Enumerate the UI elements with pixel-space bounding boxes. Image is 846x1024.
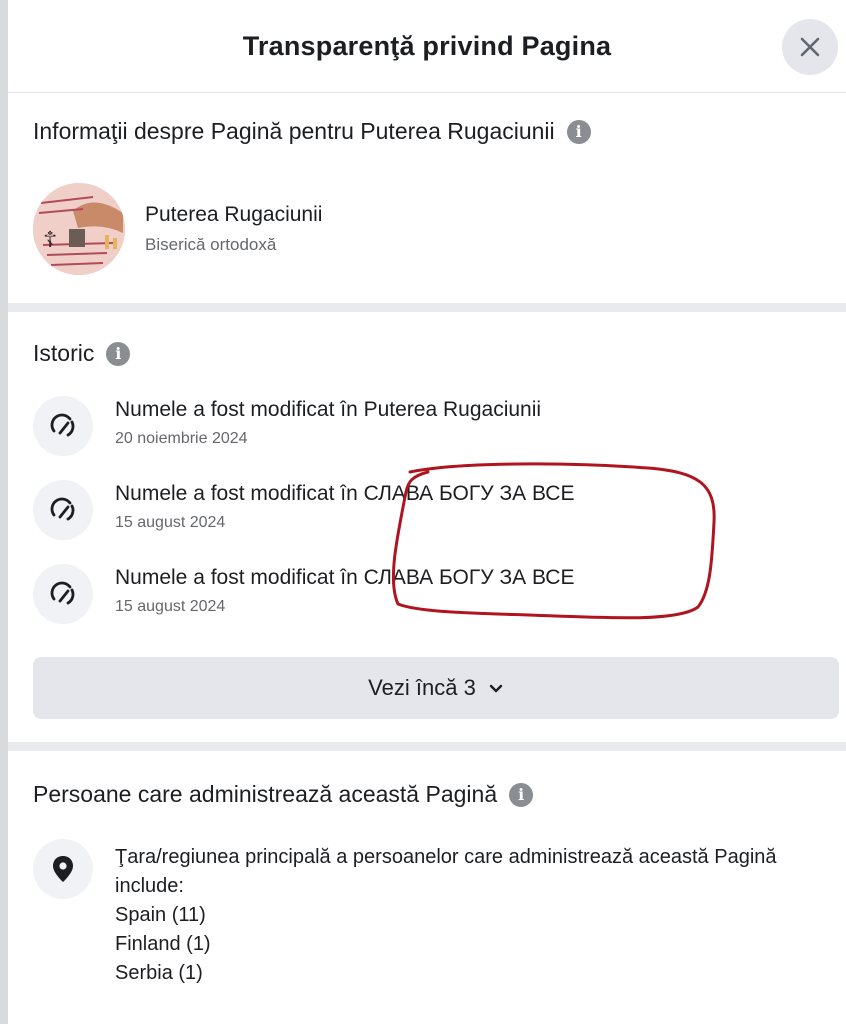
history-item-date: 20 noiembrie 2024 <box>115 430 248 447</box>
history-item-date: 15 august 2024 <box>115 598 226 615</box>
admin-location-row: Ţara/regiunea principală a persoanelor c… <box>33 839 815 988</box>
avatar-image: ☦ <box>33 183 125 275</box>
transparency-dialog: Transparenţă privind Pagina Informaţii d… <box>8 0 846 1024</box>
country-item: Serbia (1) <box>115 962 203 984</box>
name-change-icon <box>33 396 93 456</box>
see-more-label: Vezi încă 3 <box>368 675 476 700</box>
dialog-header: Transparenţă privind Pagina <box>8 0 846 93</box>
info-icon[interactable]: i <box>509 782 534 807</box>
page-info-section: Informaţii despre Pagină pentru Puterea … <box>8 93 846 312</box>
history-item-title: Numele a fost modificat în Puterea Rugac… <box>115 398 542 421</box>
page-info-heading-text: Informaţii despre Pagină pentru Puterea … <box>33 118 555 144</box>
info-icon[interactable]: i <box>106 341 131 366</box>
country-item: Finland (1) <box>115 933 211 955</box>
see-more-button[interactable]: Vezi încă 3 <box>33 657 839 719</box>
location-pin-icon <box>33 839 93 899</box>
page-profile[interactable]: ☦ Puterea Rugaciunii Biserică ortodoxă <box>33 183 322 275</box>
close-button[interactable] <box>782 19 838 75</box>
history-item: Numele a fost modificat în Puterea Rugac… <box>33 396 541 456</box>
admins-heading-text: Persoane care administrează această Pagi… <box>33 781 498 807</box>
page-category: Biserică ortodoxă <box>145 235 277 254</box>
page-name[interactable]: Puterea Rugaciunii <box>145 203 322 227</box>
info-icon[interactable]: i <box>566 119 591 144</box>
admins-section: Persoane care administrează această Pagi… <box>8 751 846 1011</box>
history-item: Numele a fost modificat în СЛАВА БОГУ ЗА… <box>33 564 574 624</box>
history-item-title: Numele a fost modificat în СЛАВА БОГУ ЗА… <box>115 482 575 505</box>
admins-heading: Persoane care administrează această Pagi… <box>33 781 534 808</box>
avatar[interactable]: ☦ <box>33 183 125 275</box>
name-change-icon <box>33 480 93 540</box>
dialog-title: Transparenţă privind Pagina <box>242 30 612 61</box>
chevron-down-icon <box>489 684 503 693</box>
history-section: Istoric i Numele a fost modificat în Put… <box>8 312 846 751</box>
country-item: Spain (11) <box>115 904 206 926</box>
history-item-date: 15 august 2024 <box>115 514 226 531</box>
close-icon <box>800 37 820 57</box>
history-heading: Istoric i <box>33 340 131 367</box>
history-heading-text: Istoric <box>33 340 95 366</box>
page-info-heading: Informaţii despre Pagină pentru Puterea … <box>33 118 591 145</box>
name-change-icon <box>33 564 93 624</box>
svg-text:☦: ☦ <box>43 228 57 253</box>
history-item-title: Numele a fost modificat în СЛАВА БОГУ ЗА… <box>115 566 575 589</box>
history-item: Numele a fost modificat în СЛАВА БОГУ ЗА… <box>33 480 574 540</box>
admins-description: Ţara/regiunea principală a persoanelor c… <box>115 846 777 897</box>
